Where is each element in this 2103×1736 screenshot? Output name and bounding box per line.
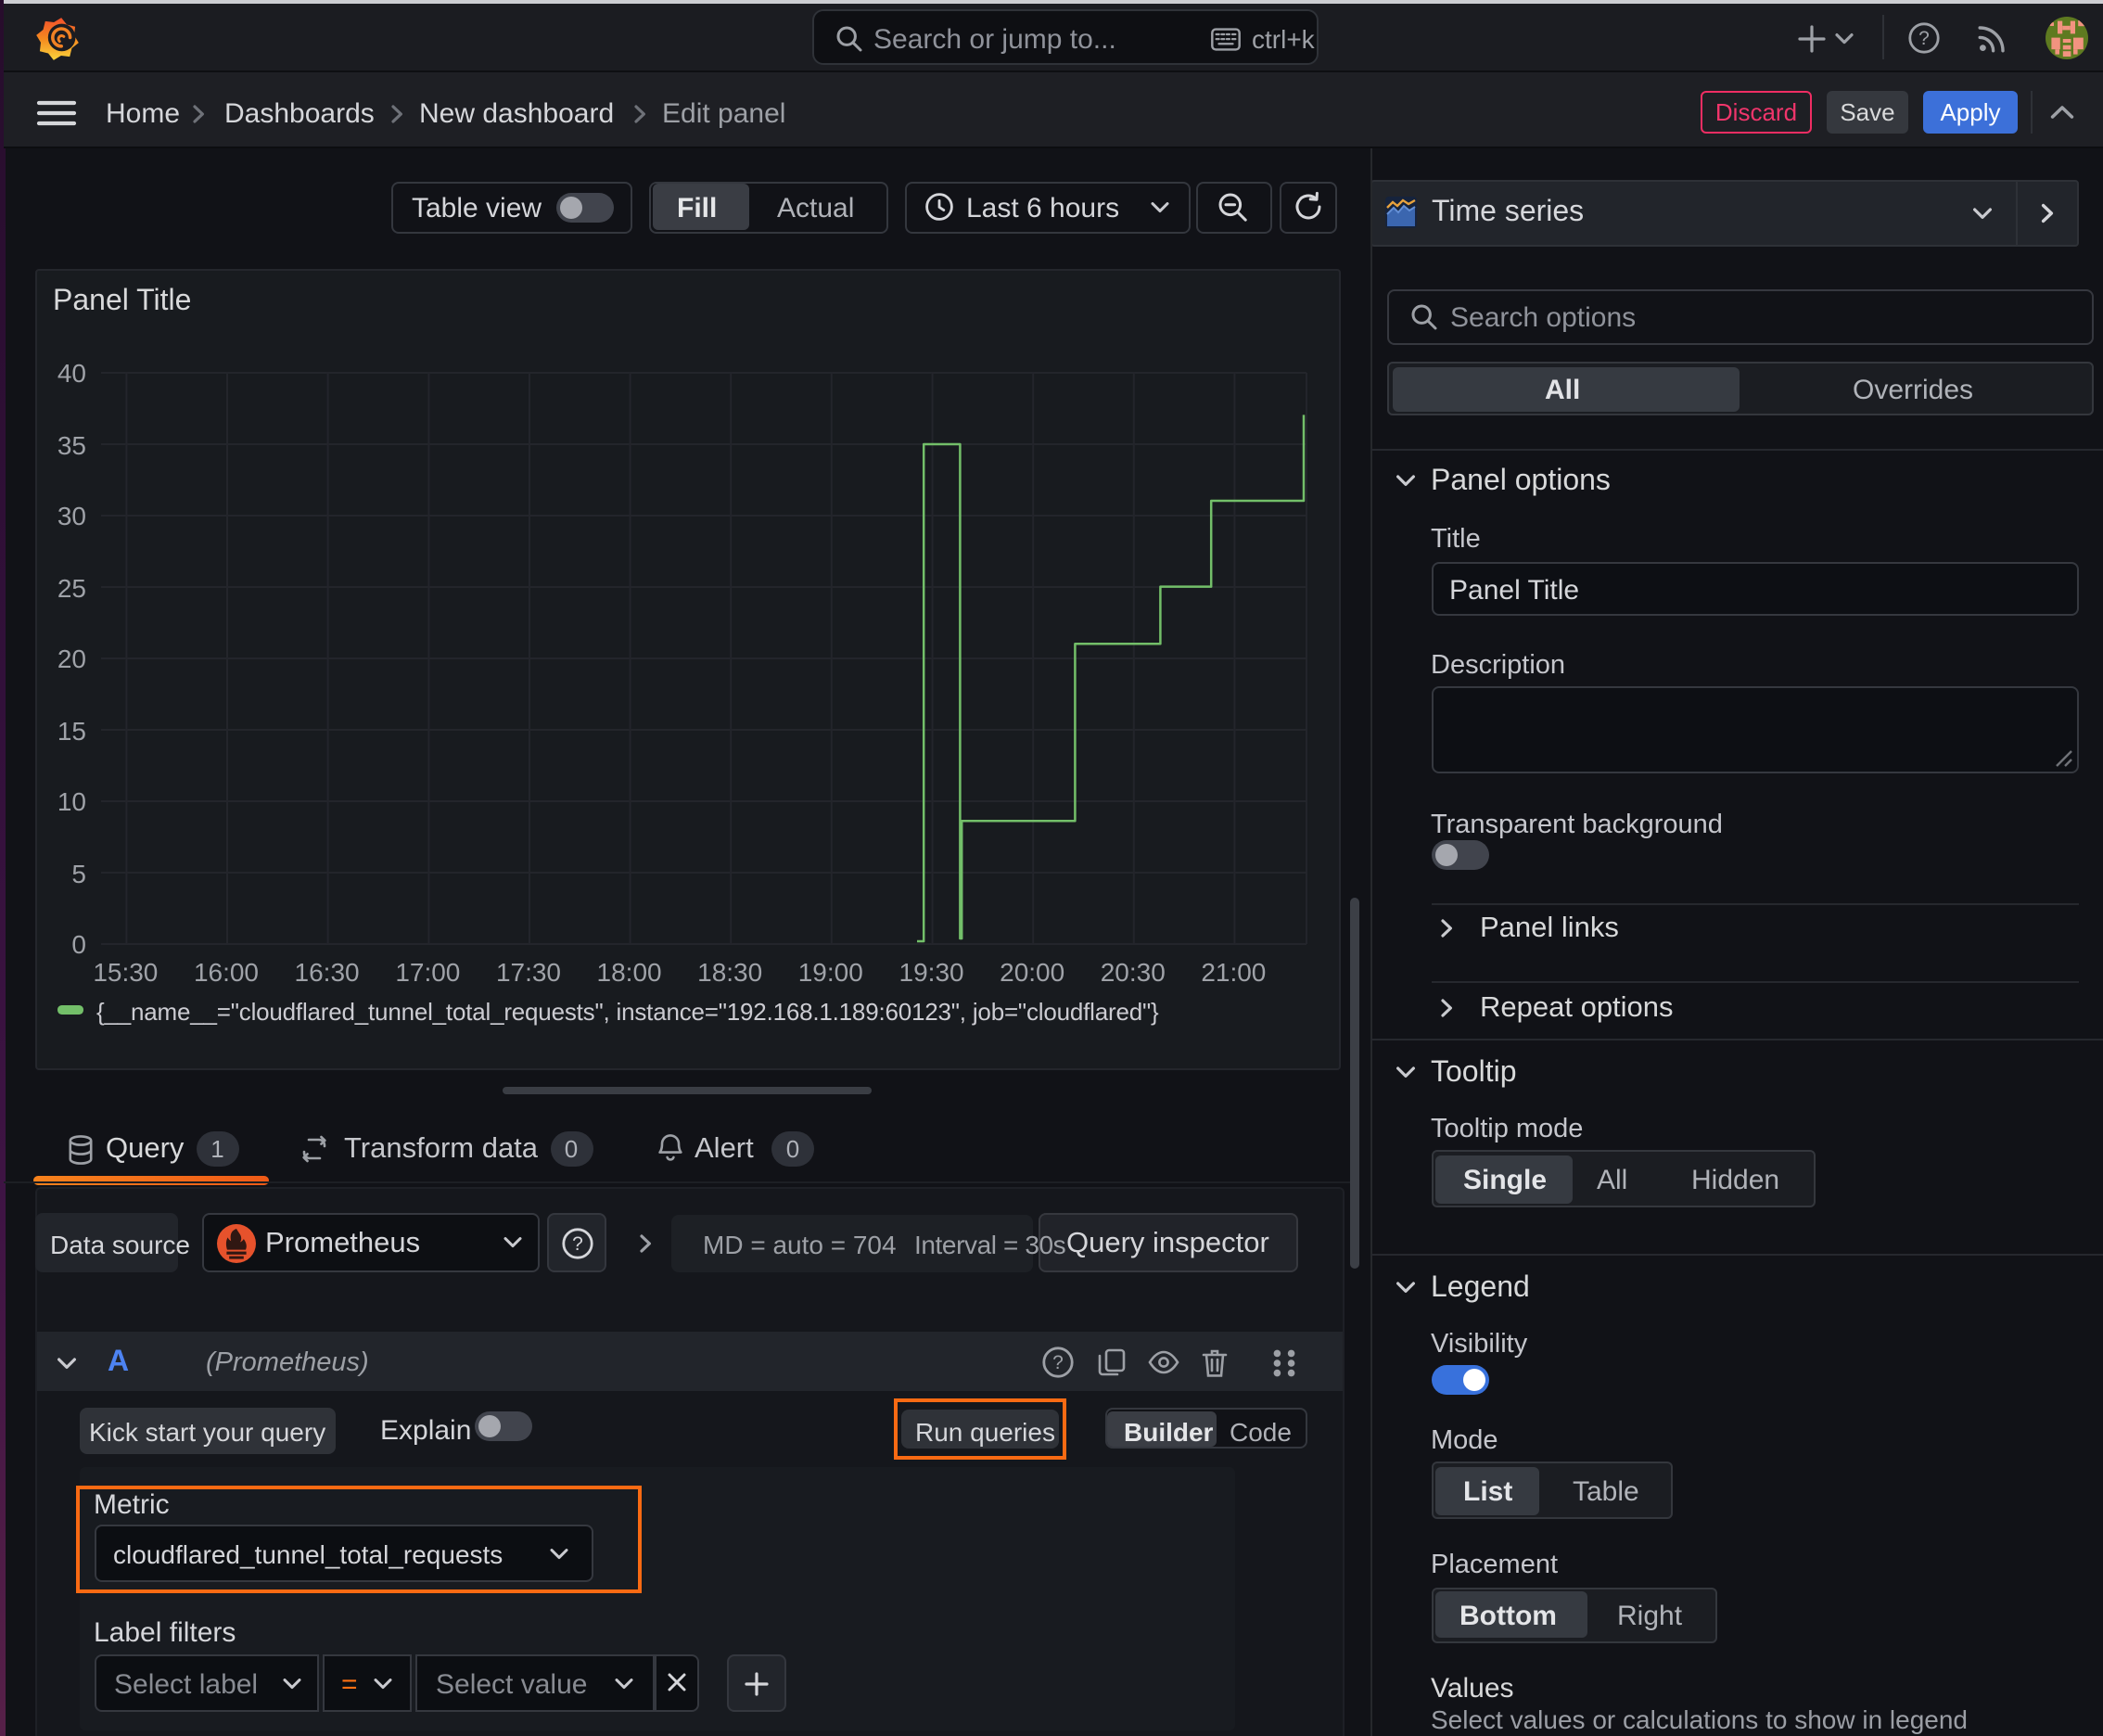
- svg-text:?: ?: [571, 1232, 582, 1254]
- svg-text:?: ?: [1918, 28, 1930, 49]
- svg-text:?: ?: [1052, 1352, 1064, 1373]
